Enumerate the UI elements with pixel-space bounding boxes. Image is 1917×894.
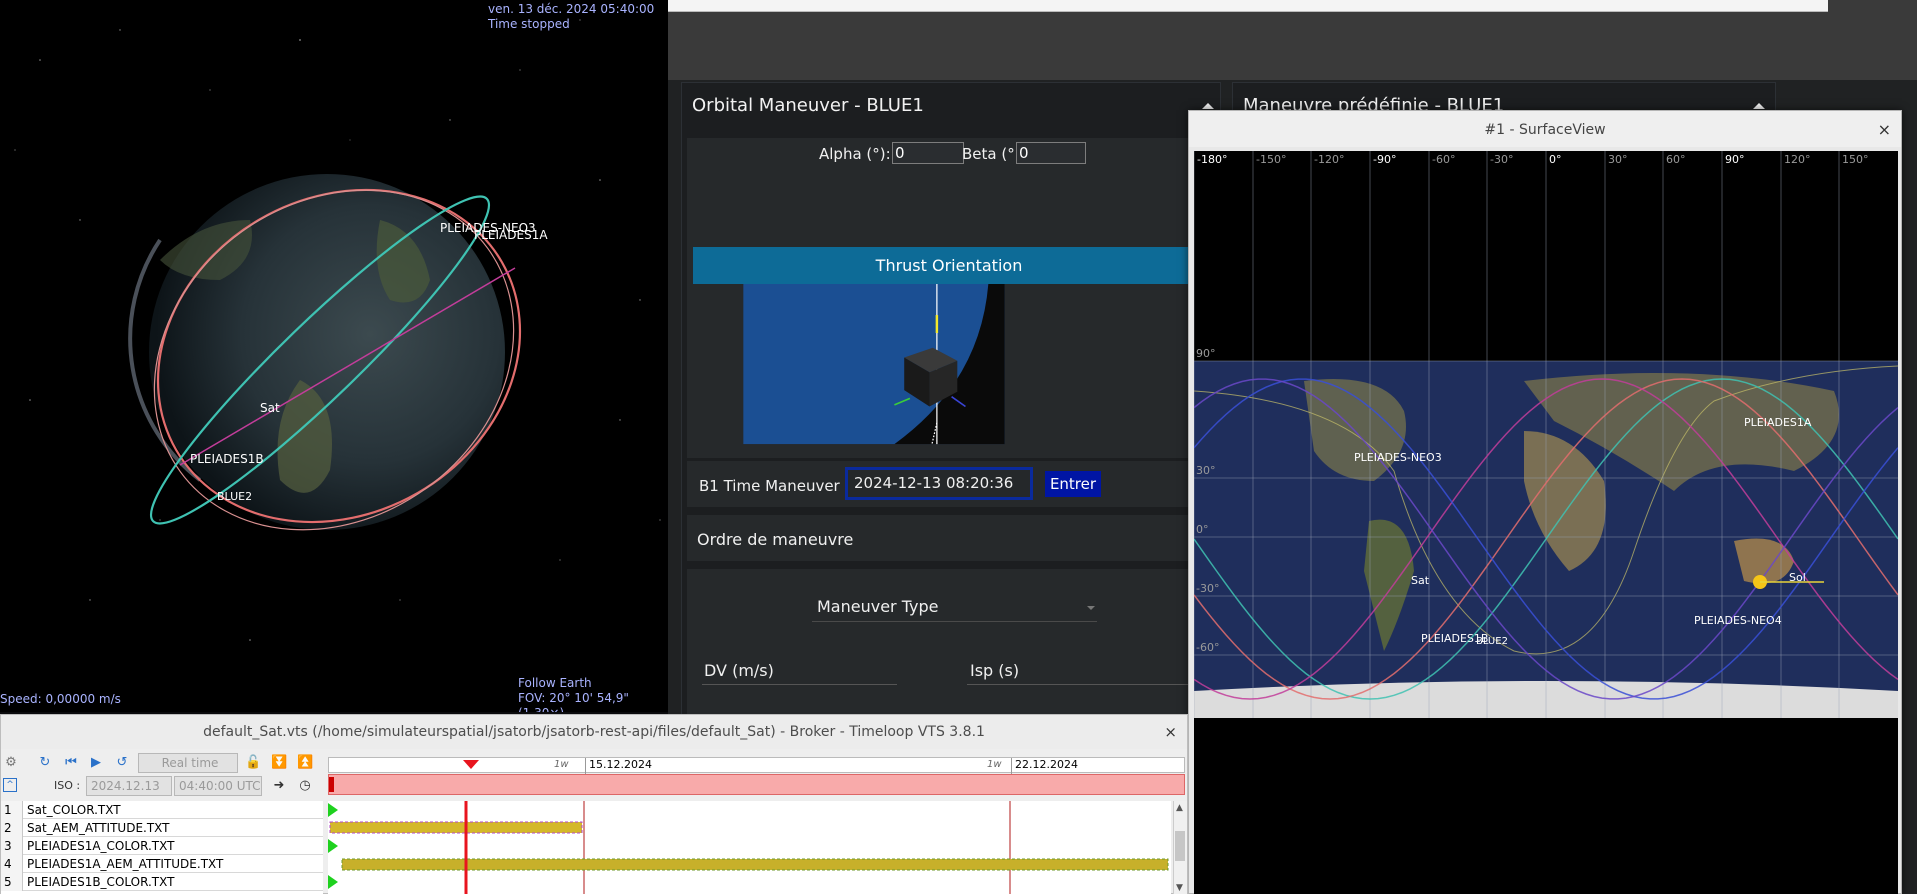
b1-time-input[interactable]: 2024-12-13 08:20:36: [845, 467, 1033, 500]
timeline[interactable]: 1w 15.12.2024 1w 22.12.2024: [328, 757, 1185, 795]
time-cursor-marker[interactable]: [463, 760, 479, 769]
vertical-scrollbar[interactable]: ▲ ▼: [1173, 801, 1187, 894]
isp-underline: [967, 684, 1217, 685]
file-index: 3: [1, 837, 23, 855]
space-scene: [14, 19, 661, 641]
select-underline: [812, 621, 1097, 622]
maneuver-order-label: Ordre de maneuvre: [697, 530, 854, 549]
step-up-icon[interactable]: ⏫: [297, 755, 313, 771]
list-item[interactable]: 1 Sat_COLOR.TXT: [1, 801, 323, 819]
range-start-handle[interactable]: [329, 777, 334, 792]
collapse-caret-icon[interactable]: [1753, 103, 1765, 109]
vts-file-list: 1 Sat_COLOR.TXT 2 Sat_AEM_ATTITUDE.TXT 3…: [1, 801, 323, 894]
ruler-week-label: 1w: [554, 759, 569, 770]
thrust-orientation-section: Alpha (°): 0 Beta (°): 0 Thrust Orientat…: [687, 138, 1217, 458]
track-drawing: [328, 801, 1169, 894]
settings-icon[interactable]: ⚙: [3, 755, 19, 771]
label-sat: Sat: [260, 401, 280, 415]
list-item[interactable]: 5 PLEIADES1B_COLOR.TXT: [1, 873, 323, 891]
ruler-date-1: 15.12.2024: [589, 758, 652, 771]
file-name: PLEIADES1A_COLOR.TXT: [27, 839, 175, 853]
b1-time-label: B1 Time Maneuver: [699, 477, 840, 495]
loop-icon[interactable]: ↻: [37, 755, 53, 771]
top-toolbar-area: [668, 0, 1917, 80]
isp-field[interactable]: Isp (s): [970, 661, 1019, 680]
ruler-divider: [1011, 758, 1012, 774]
undo-icon[interactable]: ↺: [114, 755, 130, 771]
thrust-orientation-button[interactable]: Thrust Orientation: [693, 247, 1205, 284]
top-white-strip: [668, 0, 1828, 12]
file-index: 5: [1, 873, 23, 891]
lock-icon[interactable]: 🔓: [245, 755, 261, 771]
timeline-ruler: 1w 15.12.2024 1w 22.12.2024: [328, 757, 1185, 774]
dropdown-caret-icon[interactable]: [1087, 606, 1095, 610]
rewind-start-icon[interactable]: ⏮: [63, 755, 79, 771]
ground-track-map[interactable]: -180° -150° -120° -90° -60° -30° 0° 30° 60° 90° 12…: [1194, 151, 1898, 718]
file-index: 2: [1, 819, 23, 837]
alpha-input[interactable]: 0: [892, 142, 964, 164]
beta-input[interactable]: 0: [1016, 142, 1086, 164]
file-index: 4: [1, 855, 23, 873]
timeline-tracks[interactable]: [328, 801, 1171, 894]
dv-underline: [702, 684, 897, 685]
step-down-icon[interactable]: ⏬: [271, 755, 287, 771]
simulation-time-display: ven. 13 déc. 2024 05:40:00 Time stopped: [488, 2, 654, 32]
realtime-button[interactable]: Real time: [138, 753, 238, 773]
list-item[interactable]: 4 PLEIADES1A_AEM_ATTITUDE.TXT: [1, 855, 323, 873]
ruler-week-label: 1w: [987, 759, 1002, 770]
file-name: PLEIADES1A_AEM_ATTITUDE.TXT: [27, 857, 224, 871]
sun-icon: [1753, 575, 1824, 589]
close-icon[interactable]: ×: [1878, 120, 1891, 139]
surface-view-window: #1 - SurfaceView × -180° -150° -120° -90° -6…: [1188, 110, 1902, 894]
date-input[interactable]: 2024.12.13: [86, 776, 172, 796]
file-name: PLEIADES1B_COLOR.TXT: [27, 875, 175, 889]
panel-title: Orbital Maneuver - BLUE1: [692, 95, 924, 116]
maneuver-type-section: Maneuver Type DV (m/s) Isp (s): [687, 569, 1217, 719]
alpha-label: Alpha (°):: [819, 145, 891, 163]
scroll-up-icon[interactable]: ▲: [1176, 803, 1183, 813]
fov-display: FOV: 20° 10' 54,9" (1,30×): [518, 691, 629, 712]
maneuver-type-select[interactable]: Maneuver Type: [817, 597, 938, 616]
vts-broker-window: default_Sat.vts (/home/simulateurspatial…: [0, 714, 1188, 894]
collapse-icon[interactable]: ^: [3, 778, 17, 792]
orientation-3d-viz[interactable]: [714, 284, 1034, 480]
go-to-time-icon[interactable]: ➜: [271, 778, 287, 794]
surface-empty-area: [1194, 718, 1898, 894]
follow-target: Follow Earth: [518, 676, 592, 690]
simulation-date: ven. 13 déc. 2024 05:40:00: [488, 2, 655, 16]
dv-field[interactable]: DV (m/s): [704, 661, 774, 680]
maneuver-order-row[interactable]: Ordre de maneuvre: [687, 515, 1217, 561]
label-blue2: BLUE2: [217, 490, 253, 503]
b1-time-maneuver-row: B1 Time Maneuver 2024-12-13 08:20:36 Ent…: [687, 461, 1217, 507]
file-index: 1: [1, 801, 23, 819]
file-name: Sat_COLOR.TXT: [27, 803, 121, 817]
timeline-range-bar[interactable]: [328, 774, 1185, 795]
space-3d-view[interactable]: ven. 13 déc. 2024 05:40:00 Time stopped …: [0, 0, 668, 712]
list-item[interactable]: 2 Sat_AEM_ATTITUDE.TXT: [1, 819, 323, 837]
play-icon[interactable]: ▶: [88, 755, 104, 771]
surface-titlebar[interactable]: #1 - SurfaceView ×: [1189, 111, 1901, 147]
ruler-divider: [585, 758, 586, 774]
speed-display: Speed: 0,00000 m/s: [0, 692, 121, 706]
time-status: Time stopped: [488, 17, 570, 31]
iso-label: ISO :: [54, 779, 81, 792]
label-pleiades1a: PLEIADES1A: [474, 228, 548, 242]
list-item[interactable]: 3 PLEIADES1A_COLOR.TXT: [1, 837, 323, 855]
clock-icon[interactable]: ◷: [297, 778, 313, 794]
scroll-down-icon[interactable]: ▼: [1176, 883, 1183, 893]
surface-window-title: #1 - SurfaceView: [1484, 122, 1606, 138]
collapse-caret-icon[interactable]: [1202, 103, 1214, 109]
vts-titlebar[interactable]: default_Sat.vts (/home/simulateurspatial…: [1, 715, 1187, 749]
scroll-thumb[interactable]: [1175, 831, 1185, 861]
follow-info: Follow Earth FOV: 20° 10' 54,9" (1,30×): [518, 676, 668, 712]
vts-window-title: default_Sat.vts (/home/simulateurspatial…: [203, 724, 985, 740]
close-icon[interactable]: ×: [1164, 723, 1177, 741]
time-input[interactable]: 04:40:00 UTC: [174, 776, 262, 796]
label-pleiades1b: PLEIADES1B: [190, 452, 264, 466]
enter-button[interactable]: Entrer: [1045, 471, 1101, 497]
orbital-maneuver-panel: Orbital Maneuver - BLUE1 Alpha (°): 0 Be…: [681, 82, 1221, 722]
file-name: Sat_AEM_ATTITUDE.TXT: [27, 821, 170, 835]
ruler-date-2: 22.12.2024: [1015, 758, 1078, 771]
